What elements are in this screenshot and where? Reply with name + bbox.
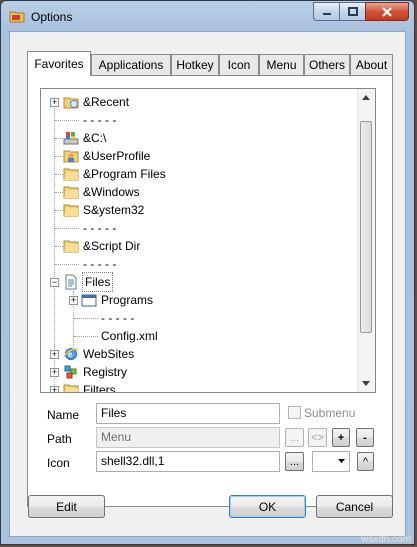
user-folder-icon [63, 150, 79, 163]
tree-item-config-xml[interactable]: Config.xml [41, 327, 351, 345]
registry-icon [64, 365, 77, 379]
dialog-client-area: Favorites Applications Hotkey Icon Menu … [9, 31, 406, 537]
tree-item-separator[interactable]: - - - - - [41, 309, 351, 327]
path-field[interactable]: Menu [96, 427, 280, 448]
expand-icon[interactable]: + [50, 368, 59, 377]
tree-item-filters[interactable]: + Filters [41, 381, 351, 392]
folder-icon [63, 384, 79, 392]
window-title: Options [31, 10, 73, 24]
window-icon [81, 294, 97, 307]
tree-item-program-files[interactable]: &Program Files [41, 165, 351, 183]
name-label: Name [47, 408, 80, 422]
tab-others[interactable]: Others [304, 54, 350, 75]
arrow-up-icon [362, 95, 370, 100]
tree-item-websites[interactable]: + e WebSites [41, 345, 351, 363]
icon-field[interactable]: shell32.dll,1 [96, 451, 280, 472]
edit-button[interactable]: Edit [28, 495, 105, 518]
expand-icon[interactable]: + [50, 98, 59, 107]
tab-hotkey[interactable]: Hotkey [171, 54, 219, 75]
add-button[interactable]: + [332, 428, 350, 447]
folder-icon [63, 240, 79, 253]
cancel-button[interactable]: Cancel [316, 495, 393, 518]
tree-connector [55, 156, 63, 157]
tree-connector [55, 174, 63, 175]
drive-icon [63, 132, 79, 145]
tree-item-windows[interactable]: &Windows [41, 183, 351, 201]
swap-button[interactable]: <> [308, 428, 327, 447]
maximize-button[interactable] [339, 2, 365, 21]
scroll-up-button[interactable] [358, 89, 374, 106]
expand-icon[interactable]: + [50, 386, 59, 392]
submenu-label: Submenu [304, 406, 356, 420]
options-window: Options Favorites Applications Hotkey Ic… [0, 0, 415, 545]
chevron-down-icon [338, 459, 345, 463]
tree-connector [55, 210, 63, 211]
scroll-down-button[interactable] [358, 375, 374, 392]
expand-icon[interactable]: + [69, 296, 78, 305]
tree-item-registry[interactable]: + Registry [41, 363, 351, 381]
tree-item-c-drive[interactable]: &C:\ [41, 129, 351, 147]
title-bar[interactable]: Options [1, 1, 414, 31]
tree-item-programs[interactable]: + Programs [41, 291, 351, 309]
tree-connector [74, 336, 98, 337]
path-label: Path [47, 432, 72, 446]
svg-text:e: e [68, 350, 73, 359]
tree-connector [74, 318, 98, 319]
tree-item-userprofile[interactable]: &UserProfile [41, 147, 351, 165]
tree-item-recent[interactable]: + &Recent [41, 93, 351, 111]
tree-connector [55, 120, 79, 121]
favorites-tree[interactable]: + &Recent - - - - - &C:\ &UserProfile &P… [40, 88, 376, 393]
tree-connector [55, 246, 63, 247]
tree-connector [55, 138, 63, 139]
folder-icon [63, 204, 79, 217]
folder-icon [63, 168, 79, 181]
tree-item-separator[interactable]: - - - - - [41, 255, 351, 273]
tree-item-separator[interactable]: - - - - - [41, 219, 351, 237]
tab-applications[interactable]: Applications [91, 54, 171, 75]
tree-item-script-dir[interactable]: &Script Dir [41, 237, 351, 255]
tree-connector [55, 192, 63, 193]
tree-item-files[interactable]: − Files [41, 272, 351, 292]
tree-connector [55, 264, 79, 265]
close-button[interactable] [365, 2, 409, 21]
tab-favorites[interactable]: Favorites [27, 51, 91, 76]
minimize-button[interactable] [313, 2, 339, 21]
watermark: wsxdn.com [360, 534, 411, 545]
remove-button[interactable]: - [356, 428, 374, 447]
tree-connector [55, 228, 79, 229]
tree-item-separator[interactable]: - - - - - [41, 111, 351, 129]
collapse-icon[interactable]: − [50, 278, 59, 287]
scroll-thumb[interactable] [360, 121, 372, 333]
maximize-icon [347, 7, 358, 16]
tree-scrollbar[interactable] [357, 89, 375, 392]
expand-icon[interactable]: + [50, 350, 59, 359]
tree-item-system32[interactable]: S&ystem32 [41, 201, 351, 219]
ok-button[interactable]: OK [229, 495, 306, 518]
icon-label: Icon [47, 456, 70, 470]
tab-menu[interactable]: Menu [259, 54, 304, 75]
browser-icon: e [63, 348, 79, 360]
minimize-icon [322, 12, 331, 15]
folder-icon [63, 186, 79, 199]
tab-about[interactable]: About [350, 54, 393, 75]
recent-folder-icon [63, 97, 79, 109]
name-field[interactable]: Files [96, 403, 280, 424]
tab-icon[interactable]: Icon [219, 54, 259, 75]
path-browse-button[interactable]: ... [285, 428, 304, 447]
submenu-checkbox[interactable] [288, 406, 301, 419]
app-folder-icon [9, 11, 25, 23]
move-up-button[interactable]: ^ [357, 452, 374, 471]
document-icon [65, 274, 77, 290]
icon-browse-button[interactable]: ... [285, 452, 304, 471]
icon-preview-dropdown[interactable] [312, 451, 350, 472]
close-icon [382, 6, 392, 17]
arrow-down-icon [362, 381, 370, 386]
